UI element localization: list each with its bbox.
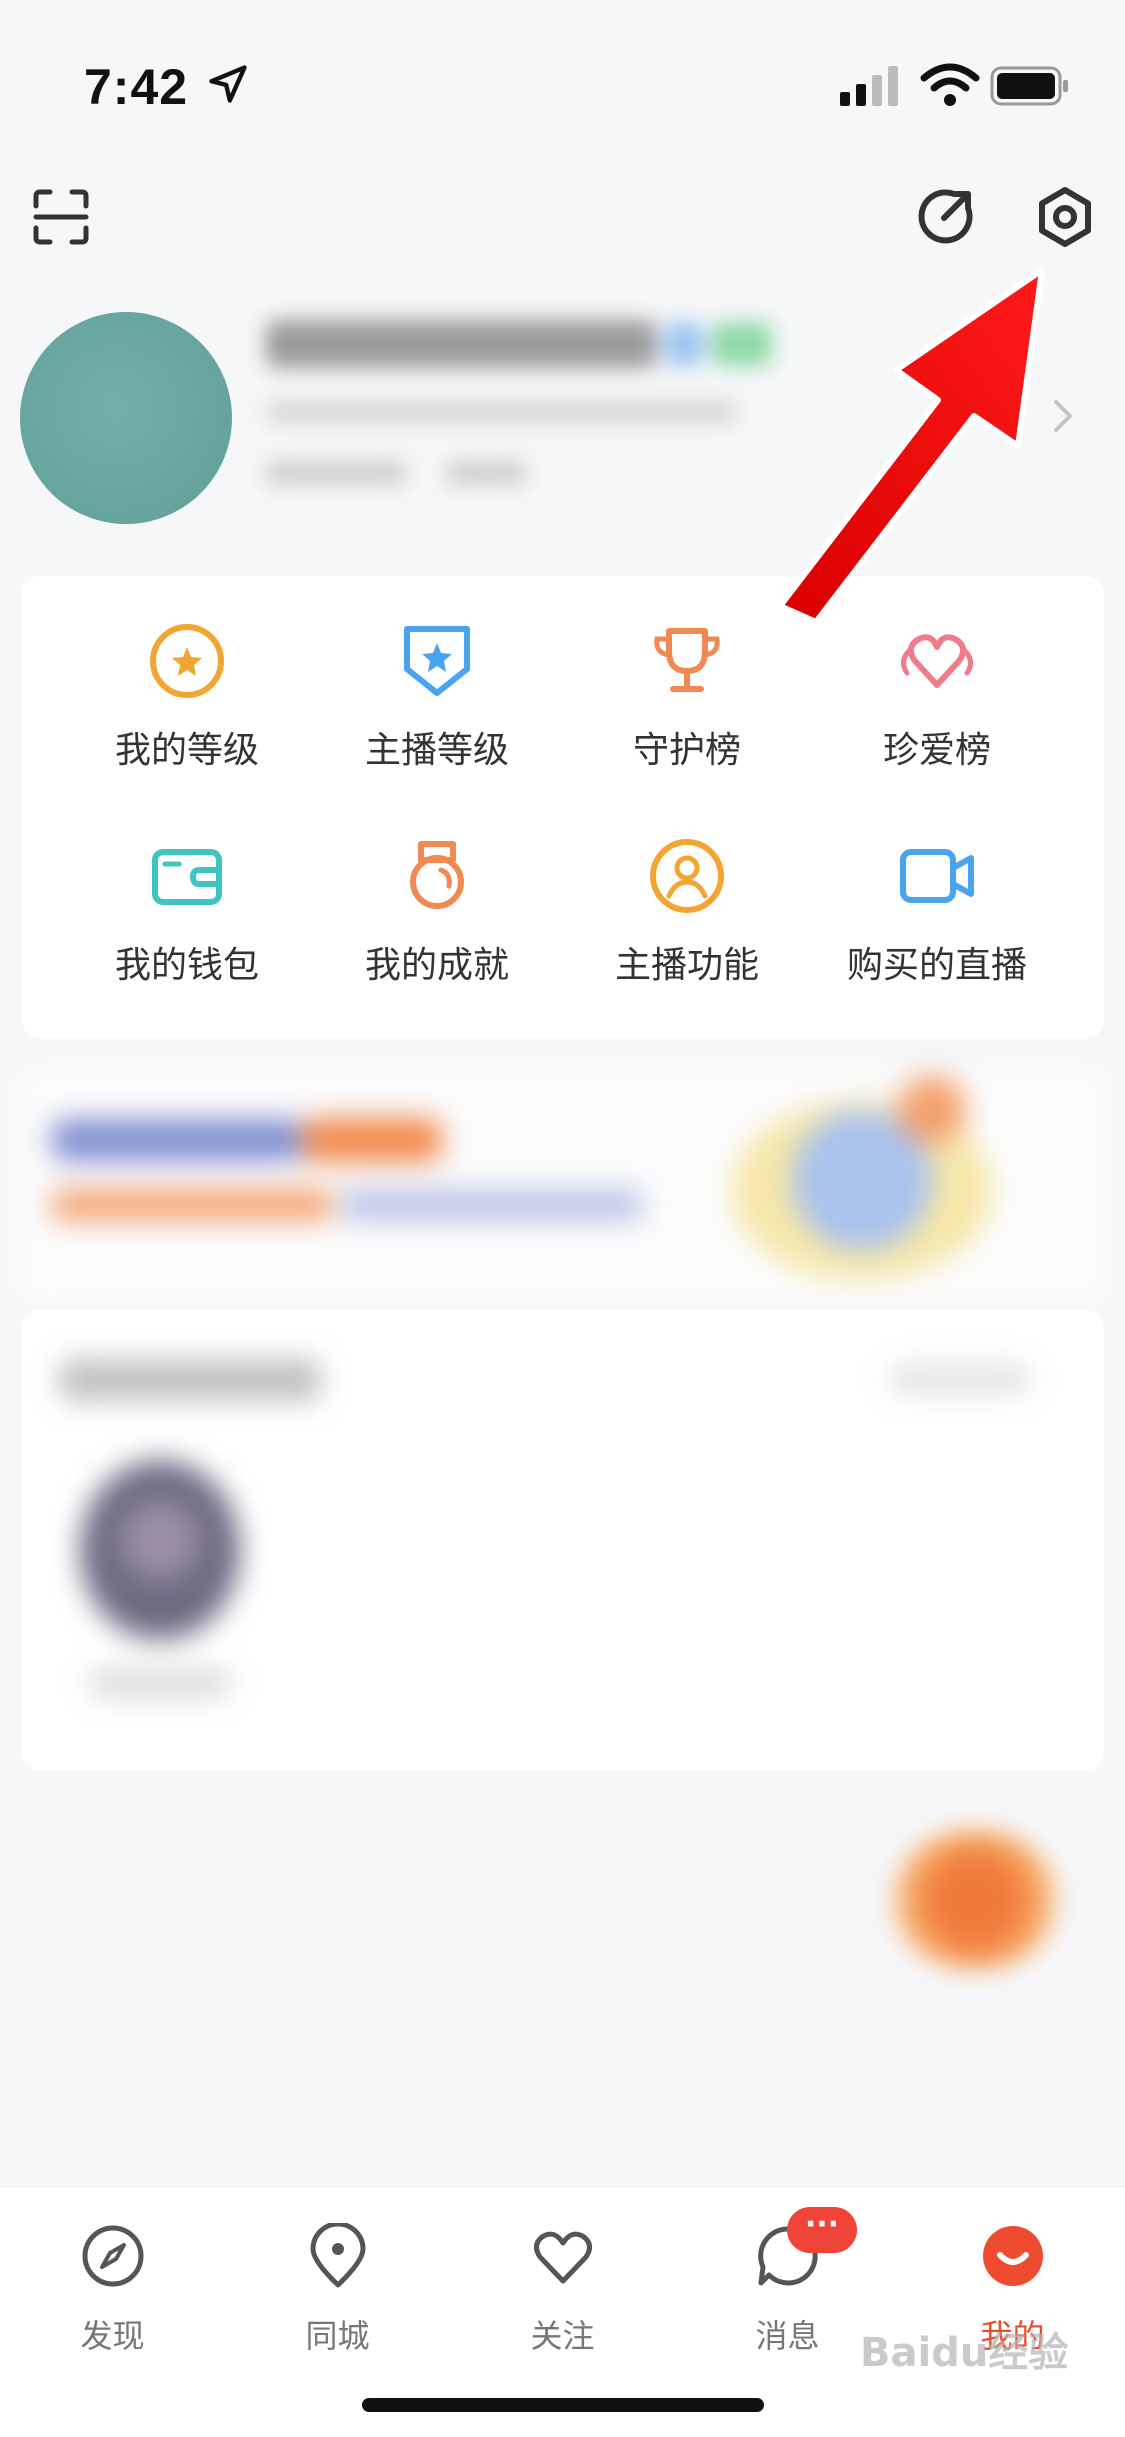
edit-icon[interactable]: [916, 186, 976, 246]
grid-item-achievement[interactable]: 我的成就: [312, 836, 562, 1006]
recent-content-blurred[interactable]: [30, 1320, 1090, 1760]
battery-icon: [990, 66, 1068, 106]
floating-action-blurred[interactable]: [890, 1830, 1060, 1970]
home-indicator[interactable]: [362, 2398, 764, 2412]
message-badge: ···: [787, 2207, 857, 2253]
wallet-icon: [152, 849, 222, 905]
location-arrow-icon: [209, 65, 247, 103]
anchor-user-icon: [650, 839, 724, 913]
heart-wings-icon: [901, 634, 973, 688]
grid-item-label: 主播等级: [364, 730, 509, 771]
avatar[interactable]: [20, 312, 232, 524]
grid-item-label: 珍爱榜: [882, 730, 991, 771]
scan-icon[interactable]: [32, 188, 90, 246]
feature-grid: 我的等级 主播等级 守护榜 珍爱榜 我的钱包 我的成就 主播功能 购买的直播: [22, 576, 1104, 1038]
status-time: 7:42: [84, 59, 189, 115]
heart-icon: [534, 2231, 592, 2284]
grid-item-label: 我的钱包: [114, 945, 259, 986]
video-camera-icon: [900, 849, 974, 903]
grid-item-label: 购买的直播: [846, 945, 1027, 986]
watermark: Baidu经验: [860, 2330, 1069, 2376]
grid-item-label: 主播功能: [614, 945, 759, 986]
annotation-arrow: [777, 267, 1045, 625]
wifi-icon: [920, 63, 980, 106]
compass-icon: [82, 2225, 144, 2287]
grid-item-wallet[interactable]: 我的钱包: [62, 836, 312, 1006]
level-star-icon: [150, 624, 224, 698]
grid-item-anchor-features[interactable]: 主播功能: [562, 836, 812, 1006]
tab-label: 发现: [80, 2317, 145, 2355]
tab-label: 关注: [530, 2317, 595, 2355]
grid-item-my-level[interactable]: 我的等级: [62, 621, 312, 791]
signal-icon: [840, 66, 898, 106]
grid-item-guardian-rank[interactable]: 守护榜: [562, 621, 812, 791]
tab-follow[interactable]: 关注: [450, 2207, 675, 2377]
tab-label: 同城: [305, 2317, 370, 2355]
settings-icon[interactable]: [1034, 186, 1096, 248]
promo-banner-blurred[interactable]: [22, 1070, 1104, 1300]
profile-info-blurred[interactable]: [256, 300, 816, 530]
grid-item-label: 守护榜: [632, 730, 741, 771]
tab-nearby[interactable]: 同城: [225, 2207, 450, 2377]
tab-discover[interactable]: 发现: [0, 2207, 225, 2377]
anchor-level-shield-icon: [404, 626, 470, 696]
trophy-icon: [654, 628, 720, 692]
medal-icon: [410, 841, 464, 909]
grid-item-love-rank[interactable]: 珍爱榜: [812, 621, 1062, 791]
grid-item-label: 我的成就: [364, 945, 509, 986]
grid-item-anchor-level[interactable]: 主播等级: [312, 621, 562, 791]
grid-item-purchased-live[interactable]: 购买的直播: [812, 836, 1062, 1006]
location-pin-icon: [310, 2223, 366, 2288]
grid-item-label: 我的等级: [114, 730, 259, 771]
me-face-icon: [983, 2226, 1043, 2286]
